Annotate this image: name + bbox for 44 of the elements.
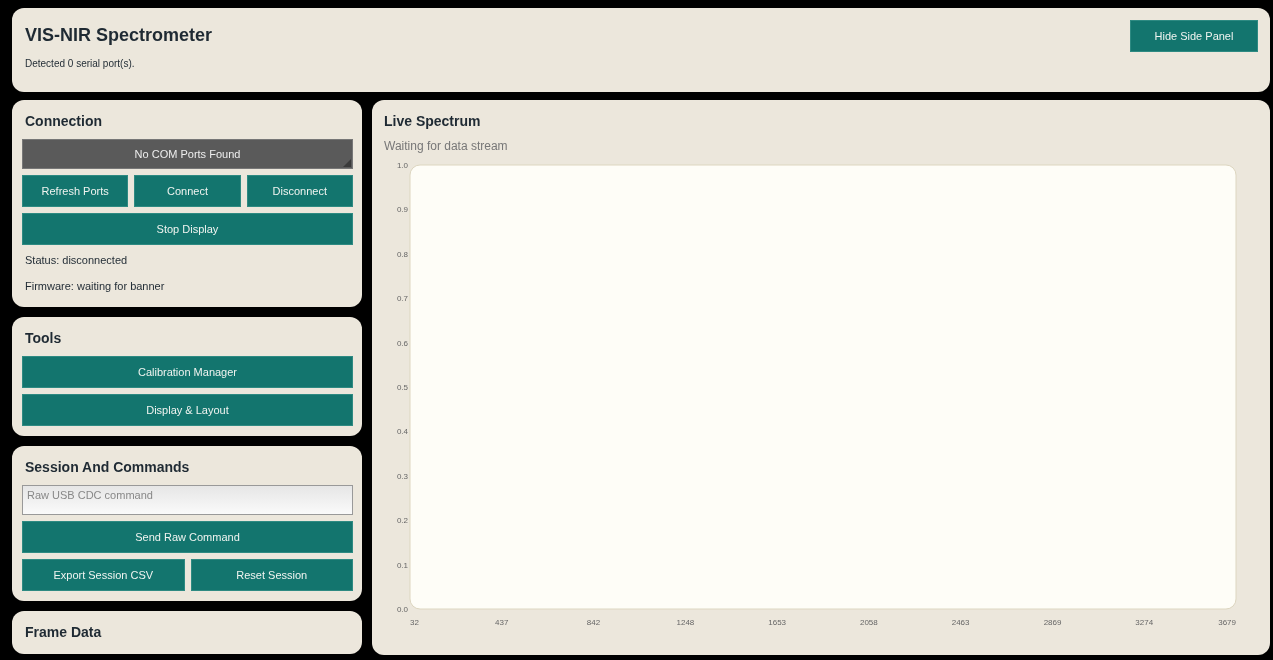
app-title: VIS-NIR Spectrometer [25,25,213,46]
y-tick-label: 0.4 [396,427,408,437]
x-tick-label: 3274 [1135,618,1154,627]
command-input-field[interactable]: Raw USB CDC command [22,485,353,515]
y-tick-label: 0.5 [396,383,408,392]
x-tick-label: 1653 [768,618,787,627]
x-tick-label: 2869 [1043,618,1062,627]
y-tick-label: 0.2 [396,516,408,526]
x-tick-label: 2463 [951,618,970,627]
action-button[interactable]: Connect [134,175,241,207]
action-button[interactable]: Reset Session [190,559,353,591]
x-tick-label: 437 [495,618,509,627]
hide-side-panel-button[interactable]: Hide Side Panel [1130,20,1258,52]
action-button[interactable]: Display & Layout [22,394,353,426]
resize-corner-icon [343,159,351,167]
status-text: Firmware: waiting for banner [25,280,166,292]
y-tick-label: 1.0 [396,161,408,170]
y-tick-label: 0.0 [396,605,408,614]
action-button[interactable]: Calibration Manager [22,356,353,388]
status-text: Status: disconnected [25,254,129,266]
action-button[interactable]: Disconnect [246,175,353,207]
card-title: Session And Commands [25,459,191,475]
panel-title: Live Spectrum [384,113,482,129]
x-tick-label: 2058 [859,618,878,627]
x-tick-label: 32 [410,618,419,627]
action-button[interactable]: Stop Display [22,213,353,245]
y-tick-label: 0.8 [396,249,408,259]
action-button[interactable]: Send Raw Command [22,521,353,553]
card-title: Frame Data [25,624,103,640]
x-tick-label: 842 [586,618,601,627]
x-tick-label: 1248 [676,618,695,627]
y-tick-label: 0.9 [396,205,408,215]
action-button[interactable]: Export Session CSV [22,559,185,591]
card-title: Tools [25,330,63,346]
y-tick-label: 0.7 [396,294,408,304]
y-tick-label: 0.6 [396,338,408,348]
x-tick-label: 3679 [1218,618,1236,627]
y-tick-label: 0.3 [396,471,408,481]
action-button[interactable]: Refresh Ports [22,175,129,207]
port-status-text: Detected 0 serial port(s). [25,58,136,69]
stream-status-text: Waiting for data stream [384,139,509,153]
y-tick-label: 0.1 [396,560,408,570]
port-dropdown[interactable]: No COM Ports Found [22,139,353,169]
card-title: Connection [25,113,103,129]
